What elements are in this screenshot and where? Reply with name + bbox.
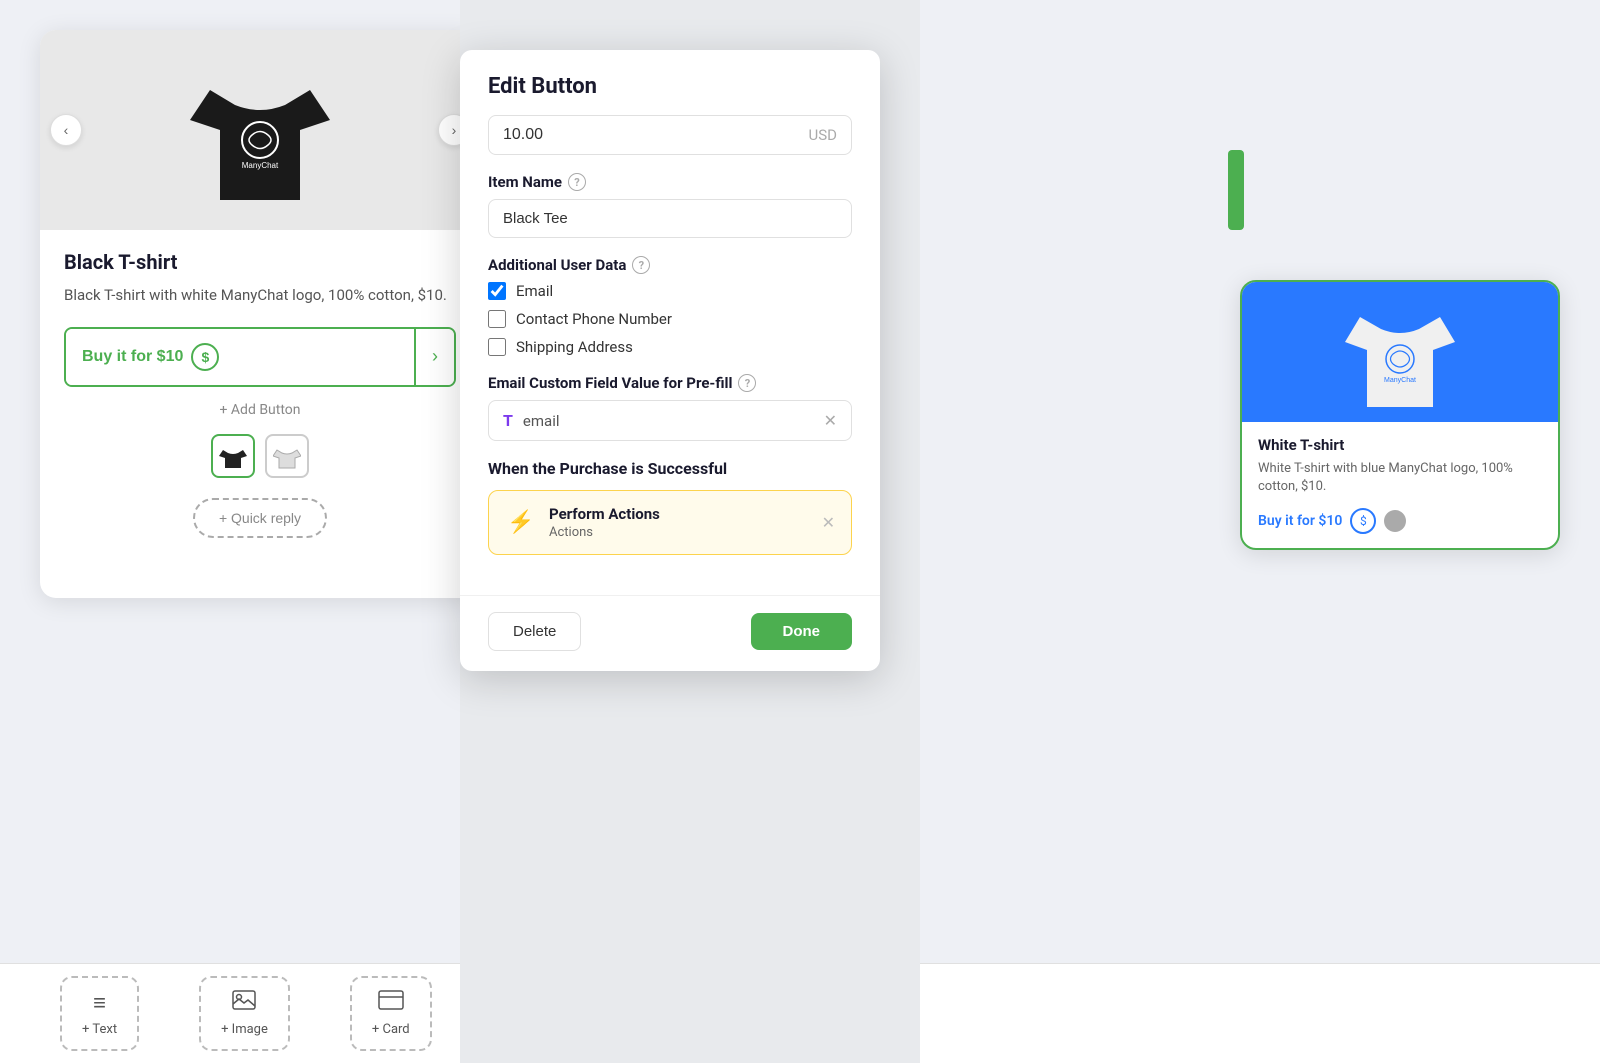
email-field-value: email	[523, 412, 814, 430]
email-field-label: Email Custom Field Value for Pre-fill ?	[488, 374, 852, 392]
black-tshirt-thumb	[219, 442, 247, 470]
checkbox-group: Email Contact Phone Number Shipping Addr…	[488, 282, 852, 356]
shipping-checkbox[interactable]	[488, 338, 506, 356]
quick-reply-button[interactable]: + Quick reply	[193, 498, 327, 538]
email-checkbox[interactable]	[488, 282, 506, 300]
shipping-checkbox-row: Shipping Address	[488, 338, 852, 356]
purchase-section-label: When the Purchase is Successful	[488, 459, 852, 478]
email-field-help-icon[interactable]: ?	[738, 374, 756, 392]
email-checkbox-row: Email	[488, 282, 852, 300]
arrow-right-icon: ›	[432, 346, 438, 367]
toolbar-card-item[interactable]: + Card	[350, 976, 432, 1051]
delete-button[interactable]: Delete	[488, 612, 581, 651]
add-button-label[interactable]: + Add Button	[220, 402, 301, 418]
toolbar-text-item[interactable]: ≡ + Text	[60, 976, 139, 1051]
image-label: + Image	[221, 1022, 268, 1037]
white-tshirt-thumb	[273, 442, 301, 470]
card-icon	[378, 990, 404, 1016]
card-description: Black T-shirt with white ManyChat logo, …	[64, 284, 456, 307]
card-image-area: ‹ ManyChat ›	[40, 30, 480, 230]
item-name-label: Item Name ?	[488, 173, 852, 191]
dollar-icon: $	[191, 343, 219, 371]
right-dollar-icon: $	[1350, 508, 1376, 534]
green-connector-bar	[1228, 150, 1244, 230]
item-name-help-icon[interactable]: ?	[568, 173, 586, 191]
card-content: Black T-shirt Black T-shirt with white M…	[40, 230, 480, 578]
additional-data-help-icon[interactable]: ?	[632, 256, 650, 274]
quick-reply-label: + Quick reply	[219, 510, 301, 526]
white-tshirt-image: ManyChat	[1345, 287, 1455, 417]
thumbnail-white[interactable]	[265, 434, 309, 478]
shipping-checkbox-label: Shipping Address	[516, 338, 633, 356]
right-card-title: White T-shirt	[1258, 436, 1542, 454]
buy-button-label: Buy it for $10	[82, 348, 183, 366]
card-label: + Card	[372, 1022, 410, 1037]
email-field-row[interactable]: T email ✕	[488, 400, 852, 441]
right-card-image-area: ManyChat	[1242, 282, 1558, 422]
right-buy-label[interactable]: Buy it for $10	[1258, 513, 1342, 529]
actions-sub: Actions	[549, 525, 810, 540]
right-card-content: White T-shirt White T-shirt with blue Ma…	[1242, 422, 1558, 548]
email-checkbox-label: Email	[516, 282, 553, 300]
currency-label: USD	[809, 126, 837, 144]
left-card-panel: ‹ ManyChat › Black T-shirt Black T-shirt…	[40, 30, 480, 598]
buy-button[interactable]: Buy it for $10 $	[66, 329, 414, 385]
image-svg	[232, 990, 256, 1010]
item-name-input[interactable]	[488, 199, 852, 238]
actions-close-icon[interactable]: ✕	[822, 513, 835, 532]
actions-card[interactable]: ⚡ Perform Actions Actions ✕	[488, 490, 852, 555]
right-buy-row: Buy it for $10 $	[1258, 508, 1542, 534]
svg-text:ManyChat: ManyChat	[242, 161, 279, 170]
toolbar-image-item[interactable]: + Image	[199, 976, 290, 1051]
right-dot	[1384, 510, 1406, 532]
right-card-description: White T-shirt with blue ManyChat logo, 1…	[1258, 460, 1542, 496]
right-card-panel: ManyChat White T-shirt White T-shirt wit…	[1240, 280, 1560, 550]
thumbnail-black[interactable]	[211, 434, 255, 478]
modal-title: Edit Button	[460, 50, 880, 115]
image-icon	[232, 990, 256, 1016]
price-input[interactable]	[503, 126, 809, 144]
buy-button-row[interactable]: Buy it for $10 $ ›	[64, 327, 456, 387]
additional-data-label: Additional User Data ?	[488, 256, 852, 274]
card-svg	[378, 990, 404, 1010]
buy-button-arrow[interactable]: ›	[414, 329, 454, 385]
chevron-left-icon: ‹	[64, 122, 69, 138]
add-button-row[interactable]: + Add Button	[64, 399, 456, 418]
type-icon: T	[503, 411, 513, 430]
svg-text:ManyChat: ManyChat	[1384, 377, 1416, 384]
prev-card-button[interactable]: ‹	[50, 114, 82, 146]
modal-body: USD Item Name ? Additional User Data ? E…	[460, 115, 880, 595]
card-title: Black T-shirt	[64, 250, 456, 274]
actions-title: Perform Actions	[549, 505, 810, 523]
text-label: + Text	[82, 1022, 117, 1037]
phone-checkbox-row: Contact Phone Number	[488, 310, 852, 328]
card-thumbnails	[64, 434, 456, 478]
done-button[interactable]: Done	[751, 613, 853, 650]
edit-button-modal: Edit Button USD Item Name ? Additional U…	[460, 50, 880, 671]
phone-checkbox-label: Contact Phone Number	[516, 310, 672, 328]
black-tshirt-image: ManyChat	[190, 50, 330, 210]
lightning-icon: ⚡	[505, 507, 537, 539]
chevron-right-icon: ›	[452, 122, 457, 138]
email-field-clear-icon[interactable]: ✕	[824, 411, 837, 430]
text-icon: ≡	[93, 990, 106, 1016]
price-row: USD	[488, 115, 852, 155]
phone-checkbox[interactable]	[488, 310, 506, 328]
actions-text: Perform Actions Actions	[549, 505, 810, 540]
modal-footer: Delete Done	[460, 595, 880, 671]
